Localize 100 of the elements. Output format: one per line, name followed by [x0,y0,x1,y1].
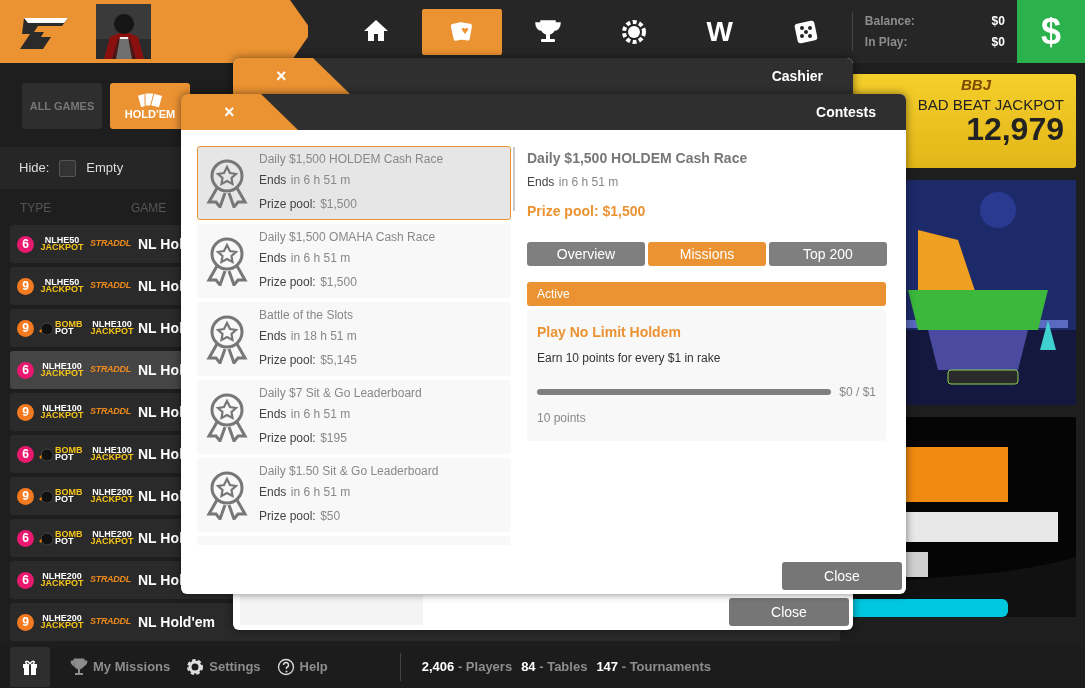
balance-value: $0 [991,34,1005,51]
seat-badge: 6 [17,235,34,253]
prize-label: Prize pool: [259,197,316,211]
close-button[interactable]: Close [782,562,902,590]
straddle-tag: STRADDL [90,363,134,377]
prize-value: $1,500 [320,275,357,289]
banner-logo: BBJ [961,75,991,95]
tag-text: JACKPOT [40,580,84,588]
straddle-tag: STRADDL [90,237,134,251]
section-header: Active [527,282,886,306]
mission-title: Play No Limit Holdem [537,323,682,342]
prize-label: Prize pool: [259,509,316,523]
contest-title: Battle of the Slots [259,307,355,323]
banner-title: BAD BEAT JACKPOT [917,96,1064,113]
cashier-button[interactable]: $ [1016,0,1085,63]
tag-text: NLHE100 [92,446,132,454]
tag-text: JACKPOT [90,496,134,504]
checkbox[interactable] [59,159,77,177]
tag-text: NLHE200 [42,572,82,580]
contest-title: Daily $7 Sit & Go Leaderboard [259,385,422,401]
tag-text: NLHE100 [42,404,82,412]
balance-label: In Play: [864,34,908,51]
detail-tab[interactable]: Overview [527,242,645,266]
tag-text: JACKPOT [40,412,84,420]
ends-label: Ends [259,251,287,265]
bomb-icon [38,531,54,545]
seat-badge: 6 [17,445,34,463]
stat-text: 147 - Tournaments [596,658,712,677]
ends-value: in 6 h 51 m [558,175,619,189]
nav-tab[interactable] [421,8,502,55]
hide-label: Hide: [19,159,50,178]
contest-item[interactable]: Daily $1.50 Sit & Go Leaderboard Ends in 6 h 51 m Prize pool: $50 [197,458,511,532]
prize-value: $1,500 [320,197,357,211]
tag-text: JACKPOT [40,370,84,378]
balance-label: Balance: [864,13,915,30]
footer-link[interactable]: Settings [186,657,261,677]
prize-pool: Prize pool: $1,500 [527,202,647,221]
contest-title: Daily $1,500 HOLDEM Cash Race [527,149,749,168]
tag-text: NLHE100 [42,362,82,370]
scrollbar[interactable] [513,147,515,211]
nav-tab[interactable]: W [679,8,760,55]
contest-item[interactable]: Daily $1,500 HOLDEM Cash Race Ends in 6 h 51 m Prize pool: $1,500 [197,146,511,220]
prize-value: $50 [320,509,341,523]
tag-text: BOMB [55,320,83,328]
tag-text: NLHE50 [44,236,80,244]
checkbox-label: Empty [86,159,124,178]
ends-label: Ends [527,175,555,189]
seat-badge: 9 [17,403,34,421]
detail-tab[interactable]: Top 200 [769,242,887,266]
cards-icon [135,91,165,108]
contest-title: Daily $1.50 Sit & Go Leaderboard [259,463,439,479]
contest-item[interactable]: Daily $7 Sit & Go Leaderboard Ends in 6 h 51 m Prize pool: $195 [197,380,511,454]
ends-value: in 18 h 51 m [290,329,357,343]
award-icon [205,470,249,520]
trophy-icon [534,18,561,45]
seat-badge: 6 [17,571,34,589]
tag-text: JACKPOT [40,286,84,294]
seat-badge: 6 [17,361,34,379]
seat-badge: 9 [17,277,34,295]
jackpot-amount: 12,979 [966,113,1064,147]
straddle-tag: STRADDL [90,279,134,293]
tag-text: NLHE200 [42,614,82,622]
game-tab[interactable]: ALL GAMES [22,83,102,129]
tag-text: BOMB [55,446,83,454]
ends-label: Ends [259,329,287,343]
tag-text: POT [55,328,75,336]
game-name: NL Hold'em [138,612,215,632]
straddle-tag: STRADDL [90,573,134,587]
chip-icon [620,18,647,45]
close-button[interactable]: Close [729,598,849,626]
contest-item[interactable]: Daily $1,500 OMAHA Cash Race Ends in 6 h 51 m Prize pool: $1,500 [197,224,511,298]
footer-link[interactable]: Help [276,657,328,677]
award-icon [205,314,249,364]
ends-label: Ends [259,173,287,187]
tag-text: POT [55,496,75,504]
ends-value: in 6 h 51 m [290,485,351,499]
tag-text: JACKPOT [90,538,134,546]
footer-link[interactable]: My Missions [70,657,171,677]
ends-value: in 6 h 51 m [290,251,351,265]
gift-icon [21,658,39,676]
mission-description: Earn 10 points for every $1 in rake [537,350,722,367]
prize-label: Prize pool: [259,431,316,445]
tag-text: NLHE50 [44,278,80,286]
tag-text: JACKPOT [40,622,84,630]
award-icon [205,158,249,208]
contest-item[interactable]: Battle of the Slots Ends in 18 h 51 m Prize pool: $5,145 [197,302,511,376]
ends-label: Ends [259,407,287,421]
help-icon [276,658,295,676]
trophy-icon [70,658,88,676]
tag-text: JACKPOT [40,244,84,252]
tag-text: NLHE100 [92,320,132,328]
ends-label: Ends [259,485,287,499]
tag-text: BOMB [55,530,83,538]
gear-icon [186,658,205,676]
prize-label: Prize pool: [259,353,316,367]
gift-button[interactable] [10,647,50,687]
seat-badge: 9 [17,319,34,337]
tag-text: POT [55,454,75,462]
progress-text: $0 / $1 [839,384,876,401]
seat-badge: 9 [17,613,34,631]
